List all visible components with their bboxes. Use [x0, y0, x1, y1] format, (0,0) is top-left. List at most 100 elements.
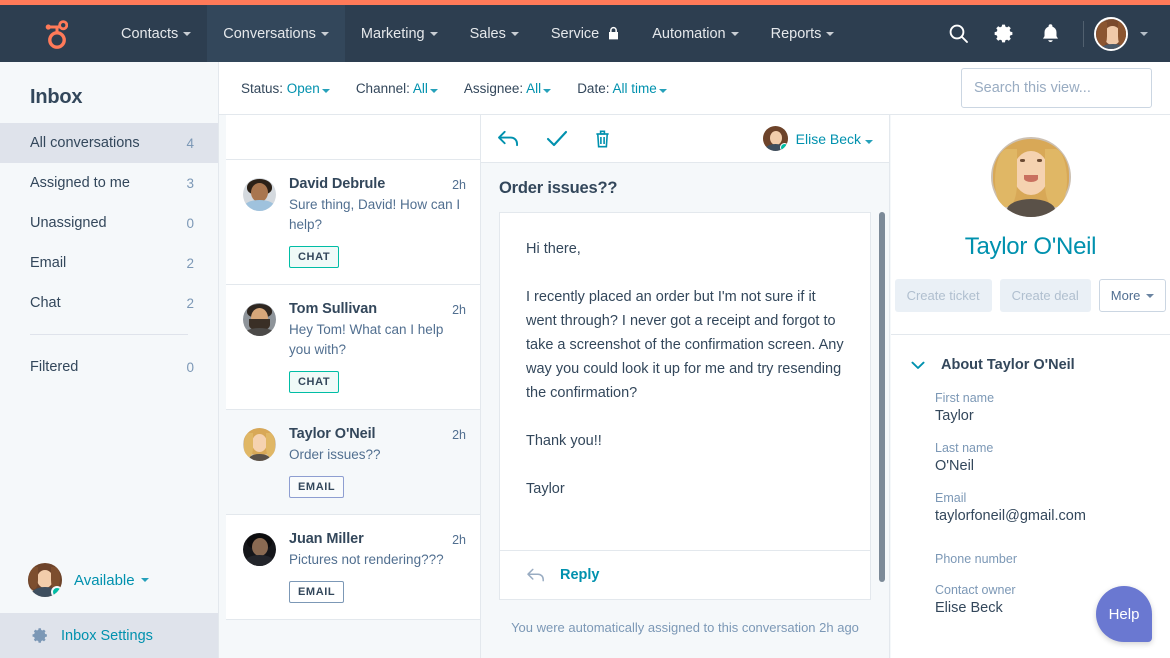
- check-icon[interactable]: [546, 129, 568, 148]
- sidebar-item-chat[interactable]: Chat2: [0, 283, 218, 323]
- button-label: More: [1111, 288, 1141, 303]
- thread-assignee-selector[interactable]: Elise Beck: [763, 126, 873, 151]
- nav-item-conversations[interactable]: Conversations: [207, 5, 345, 62]
- conversation-preview: Pictures not rendering???: [289, 550, 466, 570]
- button-label: Create ticket: [907, 288, 980, 303]
- avatar: [243, 428, 276, 461]
- contact-property[interactable]: Phone number: [891, 552, 1170, 566]
- avatar: [991, 137, 1071, 217]
- help-label: Help: [1109, 606, 1140, 623]
- nav-item-sales[interactable]: Sales: [454, 5, 535, 62]
- chevron-down-icon: [1146, 294, 1154, 298]
- sidebar-item-count: 2: [186, 256, 194, 271]
- hubspot-sprocket-icon: [38, 18, 68, 50]
- main-navbar: Contacts Conversations MarketingSales Servi…: [0, 5, 1170, 62]
- reply-label: Reply: [560, 567, 600, 583]
- message-paragraph: Thank you!!: [526, 429, 844, 453]
- filter-value-label: All: [413, 81, 428, 96]
- conversation-preview: Hey Tom! What can I help you with?: [289, 320, 466, 360]
- search-input[interactable]: [974, 80, 1161, 96]
- help-button[interactable]: Help: [1096, 586, 1152, 642]
- conversation-list-item[interactable]: Tom Sullivan2hHey Tom! What can I help y…: [226, 285, 480, 410]
- avatar: [28, 563, 62, 597]
- nav-item-automation[interactable]: Automation: [636, 5, 754, 62]
- hubspot-inbox-app: Contacts Conversations MarketingSales Servi…: [0, 0, 1170, 658]
- nav-item-label: Conversations: [223, 26, 316, 42]
- conversation-list-item[interactable]: Juan Miller2hPictures not rendering???EM…: [226, 515, 480, 620]
- property-value: taylorfoneil@gmail.com: [935, 508, 1170, 524]
- channel-badge: CHAT: [289, 371, 339, 393]
- thread-toolbar: Elise Beck: [481, 115, 889, 163]
- filter-assignee[interactable]: Assignee: All: [464, 81, 551, 96]
- conversation-list-scrollbar[interactable]: [219, 115, 226, 658]
- create-deal-button[interactable]: Create deal: [1000, 279, 1091, 312]
- nav-divider: [1083, 21, 1084, 47]
- contact-property[interactable]: Last nameO'Neil: [891, 441, 1170, 474]
- thread-scrollbar[interactable]: [879, 212, 885, 582]
- nav-item-label: Service: [551, 26, 599, 42]
- property-label: Phone number: [935, 552, 1170, 566]
- gear-icon[interactable]: [981, 5, 1027, 62]
- avatar[interactable]: [1094, 17, 1128, 51]
- filter-toolbar: Status: OpenChannel: AllAssignee: AllDat…: [219, 62, 1170, 115]
- conversation-timestamp: 2h: [452, 301, 466, 317]
- reply-arrow-icon: [526, 567, 546, 583]
- sidebar-item-filtered[interactable]: Filtered 0: [0, 347, 218, 387]
- filter-value[interactable]: All: [526, 81, 551, 96]
- sidebar-item-email[interactable]: Email 2: [0, 243, 218, 283]
- search-view-box[interactable]: [961, 68, 1152, 108]
- filter-status[interactable]: Status: Open: [241, 81, 330, 96]
- chevron-down-icon: [911, 361, 925, 370]
- bell-icon[interactable]: [1027, 5, 1073, 62]
- property-label: First name: [935, 391, 1170, 405]
- about-section-toggle[interactable]: About Taylor O'Neil: [891, 357, 1170, 373]
- availability-label-group: Available: [74, 572, 149, 589]
- about-section: About Taylor O'Neil First nameTaylor Last…: [891, 335, 1170, 616]
- sidebar-item-assigned-to-me[interactable]: Assigned to me3: [0, 163, 218, 203]
- filter-value[interactable]: Open: [287, 81, 330, 96]
- chevron-down-icon: [183, 32, 191, 36]
- filter-date[interactable]: Date: All time: [577, 81, 667, 96]
- nav-right-group: [935, 5, 1170, 62]
- conversation-content: Taylor O'Neil2hOrder issues??EMAIL: [289, 426, 466, 498]
- filter-value[interactable]: All: [413, 81, 438, 96]
- filter-channel[interactable]: Channel: All: [356, 81, 438, 96]
- nav-item-contacts[interactable]: Contacts: [105, 5, 207, 62]
- filter-label: Channel:: [356, 81, 413, 96]
- contact-name[interactable]: Taylor O'Neil: [891, 233, 1170, 261]
- lock-icon: [607, 26, 620, 41]
- more-button[interactable]: More: [1099, 279, 1167, 312]
- account-menu-chevron-down-icon[interactable]: [1128, 32, 1156, 36]
- availability-label: Available: [74, 572, 135, 589]
- sidebar-item-all-conversations[interactable]: All conversations4: [0, 123, 218, 163]
- filter-value[interactable]: All time: [612, 81, 666, 96]
- sidebar-item-count: 2: [186, 296, 194, 311]
- contact-property[interactable]: Emailtaylorfoneil@gmail.com: [891, 491, 1170, 524]
- channel-badge: CHAT: [289, 246, 339, 268]
- nav-item-marketing[interactable]: Marketing: [345, 5, 454, 62]
- conversation-list-item[interactable]: David Debrule2hSure thing, David! How ca…: [226, 160, 480, 285]
- nav-item-label: Contacts: [121, 26, 178, 42]
- reply-button[interactable]: Reply: [499, 550, 871, 600]
- nav-item-service[interactable]: Service: [535, 5, 636, 62]
- hubspot-logo[interactable]: [0, 5, 105, 62]
- contact-property[interactable]: First nameTaylor: [891, 391, 1170, 424]
- contact-action-buttons: Create ticket Create deal More: [891, 279, 1170, 312]
- sidebar-item-label: Email: [30, 255, 66, 271]
- conversation-header-row: Juan Miller2h: [289, 531, 466, 547]
- reply-arrow-icon[interactable]: [497, 129, 520, 148]
- inbox-settings-button[interactable]: Inbox Settings: [0, 613, 218, 658]
- nav-item-reports[interactable]: Reports: [755, 5, 851, 62]
- conversation-content: Juan Miller2hPictures not rendering???EM…: [289, 531, 466, 603]
- conversation-list-pane: David Debrule2hSure thing, David! How ca…: [219, 115, 480, 658]
- search-icon[interactable]: [935, 5, 981, 62]
- sidebar-item-unassigned[interactable]: Unassigned0: [0, 203, 218, 243]
- conversation-list-item[interactable]: Taylor O'Neil2hOrder issues??EMAIL: [226, 410, 480, 515]
- availability-status[interactable]: Available: [0, 547, 218, 613]
- thread-system-note: You were automatically assigned to this …: [499, 600, 871, 635]
- sidebar-item-label: Assigned to me: [30, 175, 130, 191]
- create-ticket-button[interactable]: Create ticket: [895, 279, 992, 312]
- trash-icon[interactable]: [594, 129, 611, 149]
- conversation-timestamp: 2h: [452, 426, 466, 442]
- sidebar-divider: [30, 334, 188, 335]
